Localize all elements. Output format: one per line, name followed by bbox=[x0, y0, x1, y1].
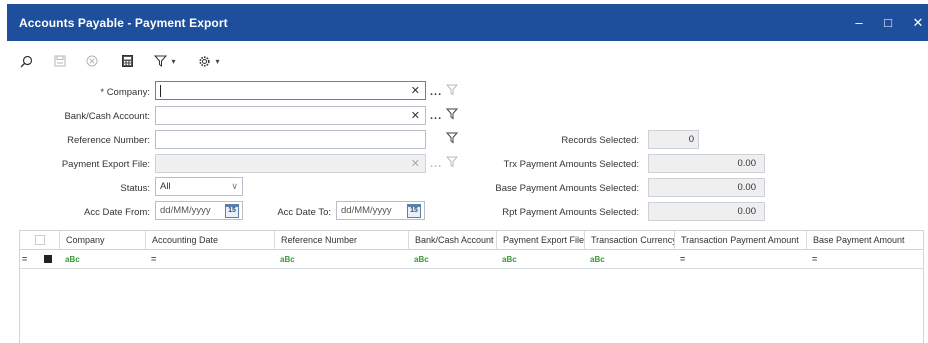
bank-cash-account-lookup-button[interactable]: ... bbox=[430, 110, 442, 122]
rpt-payment-amounts-value: 0.00 bbox=[737, 206, 757, 217]
column-header-company[interactable]: Company bbox=[59, 231, 151, 250]
chevron-down-icon: ▾ bbox=[171, 56, 176, 66]
filter-op-transaction-currency[interactable]: aBc bbox=[584, 250, 605, 269]
column-header-accounting-date[interactable]: Accounting Date bbox=[145, 231, 277, 250]
column-header-bank-cash-account[interactable]: Bank/Cash Account bbox=[408, 231, 496, 250]
chevron-down-icon: ▾ bbox=[215, 56, 220, 66]
row-indicator-icon bbox=[44, 255, 52, 263]
payment-export-file-lookup-button: ... bbox=[430, 158, 443, 170]
window-titlebar: Accounts Payable - Payment Export ‒ □ ✕ bbox=[7, 4, 928, 41]
clear-icon[interactable]: ✕ bbox=[411, 84, 420, 97]
filter-op-accounting-date[interactable]: = bbox=[145, 250, 156, 269]
filter-row: = aBc = aBc aBc aBc aBc = = bbox=[20, 250, 923, 269]
acc-date-to-field[interactable]: dd/MM/yyyy 15 bbox=[336, 201, 425, 220]
column-header-payment-export-file[interactable]: Payment Export File bbox=[496, 231, 584, 250]
reference-number-field[interactable] bbox=[155, 130, 426, 149]
company-label: * Company: bbox=[100, 87, 150, 98]
acc-date-from-placeholder: dd/MM/yyyy bbox=[160, 205, 211, 216]
trx-payment-amounts-field: 0.00 bbox=[648, 154, 765, 173]
results-grid: Company Accounting Date Reference Number… bbox=[19, 230, 924, 343]
filter-icon[interactable] bbox=[446, 132, 458, 144]
payment-export-file-label: Payment Export File: bbox=[61, 159, 150, 170]
acc-date-from-field[interactable]: dd/MM/yyyy 15 bbox=[155, 201, 243, 220]
bank-cash-account-field[interactable]: ✕ bbox=[155, 106, 426, 125]
bank-cash-account-label: Bank/Cash Account: bbox=[64, 111, 150, 122]
filter-op-transaction-payment-amount[interactable]: = bbox=[674, 250, 685, 269]
row-filter-operator[interactable]: = bbox=[16, 250, 27, 269]
search-icon[interactable] bbox=[16, 51, 36, 71]
status-value: All bbox=[160, 181, 171, 192]
clear-icon[interactable]: ✕ bbox=[411, 109, 420, 122]
filter-op-payment-export-file[interactable]: aBc bbox=[496, 250, 517, 269]
rpt-payment-amounts-label: Rpt Payment Amounts Selected: bbox=[502, 207, 639, 218]
minimize-icon[interactable]: ‒ bbox=[849, 13, 869, 33]
column-header-transaction-payment-amount[interactable]: Transaction Payment Amount bbox=[674, 231, 806, 250]
settings-menu-button[interactable]: ▾ bbox=[194, 51, 224, 71]
filter-icon[interactable] bbox=[446, 84, 458, 96]
chevron-down-icon: ∨ bbox=[231, 181, 238, 191]
clear-icon: ✕ bbox=[410, 158, 420, 170]
acc-date-to-placeholder: dd/MM/yyyy bbox=[341, 205, 392, 216]
window-title: Accounts Payable - Payment Export bbox=[19, 16, 228, 30]
column-header-transaction-currency[interactable]: Transaction Currency bbox=[584, 231, 674, 250]
calendar-icon[interactable]: 15 bbox=[407, 204, 421, 218]
filter-op-base-payment-amount[interactable]: = bbox=[806, 250, 817, 269]
base-payment-amounts-value: 0.00 bbox=[737, 182, 757, 193]
calculator-icon[interactable] bbox=[117, 51, 137, 71]
column-header-reference-number[interactable]: Reference Number bbox=[274, 231, 408, 250]
cancel-icon[interactable] bbox=[82, 51, 102, 71]
records-selected-label: Records Selected: bbox=[561, 135, 639, 146]
records-selected-value: 0 bbox=[688, 134, 694, 145]
reference-number-label: Reference Number: bbox=[67, 135, 150, 146]
grid-header: Company Accounting Date Reference Number… bbox=[20, 231, 923, 250]
company-lookup-button[interactable]: ... bbox=[430, 86, 442, 98]
filter-icon bbox=[154, 55, 168, 67]
records-selected-field: 0 bbox=[648, 130, 699, 149]
filter-icon[interactable] bbox=[446, 108, 458, 120]
close-icon[interactable]: ✕ bbox=[908, 13, 928, 33]
gear-icon bbox=[199, 55, 211, 67]
trx-payment-amounts-value: 0.00 bbox=[737, 158, 757, 169]
column-header-base-payment-amount[interactable]: Base Payment Amount bbox=[806, 231, 924, 250]
filter-op-company[interactable]: aBc bbox=[59, 250, 80, 269]
company-field[interactable]: ✕ bbox=[155, 81, 426, 100]
text-cursor bbox=[160, 85, 161, 97]
base-payment-amounts-label: Base Payment Amounts Selected: bbox=[495, 183, 639, 194]
filter-op-reference-number[interactable]: aBc bbox=[274, 250, 295, 269]
save-icon[interactable] bbox=[50, 51, 70, 71]
acc-date-to-label: Acc Date To: bbox=[277, 207, 331, 218]
filter-op-bank-cash-account[interactable]: aBc bbox=[408, 250, 429, 269]
select-all-checkbox[interactable] bbox=[35, 235, 45, 245]
maximize-icon[interactable]: □ bbox=[878, 13, 898, 33]
trx-payment-amounts-label: Trx Payment Amounts Selected: bbox=[503, 159, 639, 170]
filter-icon bbox=[446, 156, 458, 168]
rpt-payment-amounts-field: 0.00 bbox=[648, 202, 765, 221]
calendar-icon[interactable]: 15 bbox=[225, 204, 239, 218]
status-select[interactable]: All ∨ bbox=[155, 177, 243, 196]
acc-date-from-label: Acc Date From: bbox=[84, 207, 150, 218]
filter-menu-button[interactable]: ▾ bbox=[150, 51, 180, 71]
base-payment-amounts-field: 0.00 bbox=[648, 178, 765, 197]
status-label: Status: bbox=[120, 183, 150, 194]
payment-export-file-field: ✕ bbox=[155, 154, 426, 173]
